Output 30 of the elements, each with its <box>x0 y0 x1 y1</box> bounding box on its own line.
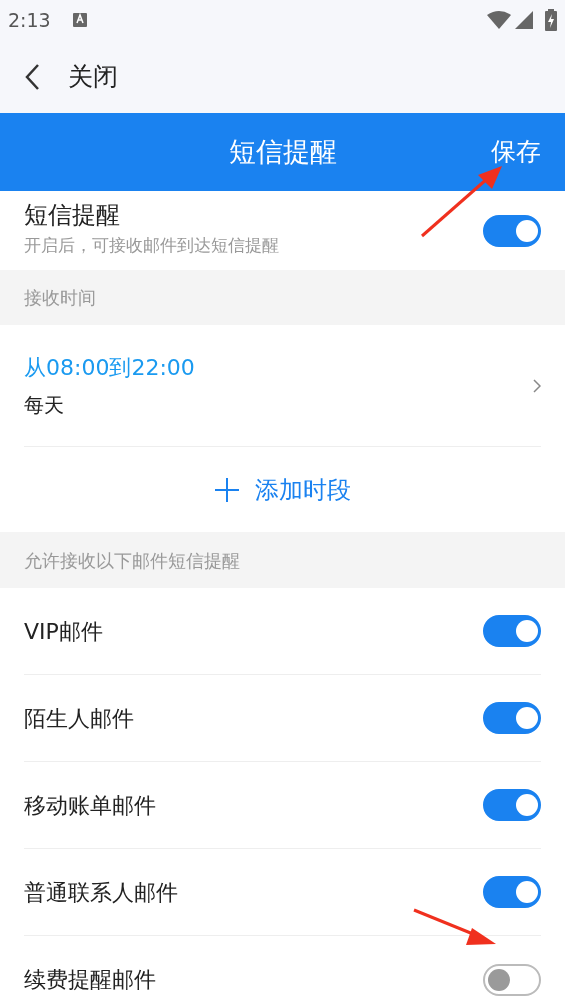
add-period-button[interactable]: 添加时段 <box>214 471 351 508</box>
plus-icon <box>214 477 239 502</box>
section-header: 接收时间 <box>24 286 96 310</box>
back-icon <box>24 62 40 91</box>
section-header: 允许接收以下邮件短信提醒 <box>24 548 240 573</box>
setting-label: VIP邮件 <box>24 617 104 646</box>
setting-description: 开启后，可接收邮件到达短信提醒 <box>24 233 280 257</box>
toggle-switch[interactable] <box>483 789 541 821</box>
setting-title: 短信提醒 <box>24 199 121 231</box>
toggle-switch[interactable] <box>483 702 541 734</box>
setting-label: 陌生人邮件 <box>24 704 135 733</box>
setting-label: 移动账单邮件 <box>24 791 157 820</box>
setting-label: 普通联系人邮件 <box>24 878 179 907</box>
status-time: 2:13 <box>8 7 51 33</box>
toggle-switch[interactable] <box>483 214 541 247</box>
keyboard-icon <box>72 12 87 28</box>
toggle-switch[interactable] <box>483 963 541 996</box>
repeat-label: 每天 <box>24 392 65 419</box>
back-button[interactable]: 关闭 <box>24 57 118 96</box>
chevron-right-icon <box>533 378 541 393</box>
wifi-icon <box>487 11 511 29</box>
time-period-item[interactable]: 从08:00到22:00 每天 <box>24 325 541 447</box>
page-title: 短信提醒 <box>228 134 337 169</box>
toggle-switch[interactable] <box>483 876 541 908</box>
signal-icon <box>515 11 533 29</box>
toggle-switch[interactable] <box>483 615 541 647</box>
setting-label: 续费提醒邮件 <box>24 966 157 994</box>
battery-icon <box>545 9 557 31</box>
time-range: 从08:00到22:00 <box>24 354 196 382</box>
save-button[interactable]: 保存 <box>491 133 541 171</box>
